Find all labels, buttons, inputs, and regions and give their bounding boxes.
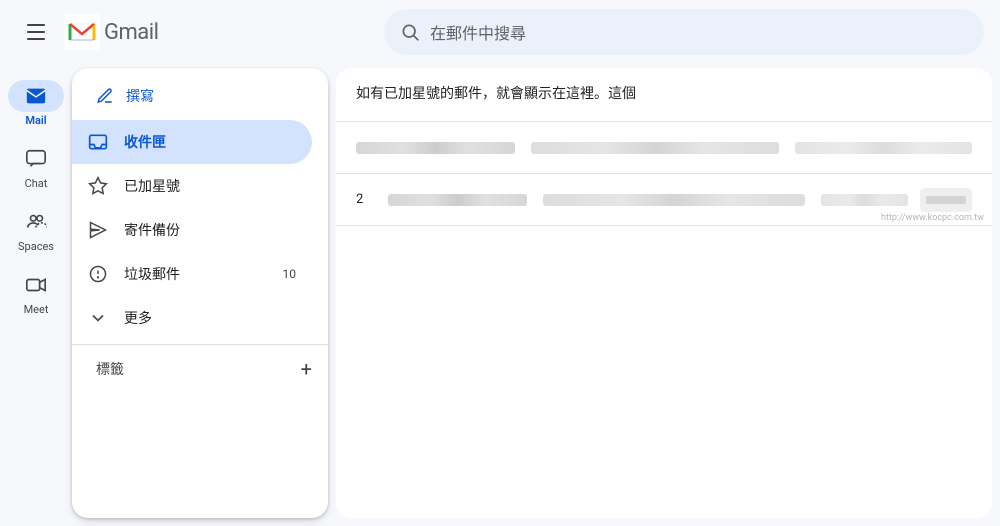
starred-info-row: 如有已加星號的郵件，就會顯示在這裡。這個 bbox=[336, 68, 992, 122]
inbox-icon bbox=[88, 132, 112, 152]
content-area: 如有已加星號的郵件，就會顯示在這裡。這個 2 http://www.ko bbox=[336, 68, 992, 518]
chevron-down-icon bbox=[88, 308, 112, 328]
nav-item-spam[interactable]: 垃圾郵件 10 bbox=[72, 252, 312, 296]
starred-info-text: 如有已加星號的郵件，就會顯示在這裡。這個 bbox=[356, 86, 636, 102]
nav-item-starred[interactable]: 已加星號 bbox=[72, 164, 312, 208]
nav-item-inbox[interactable]: 收件匣 bbox=[72, 120, 312, 164]
star-icon bbox=[88, 176, 112, 196]
nav-sent-label: 寄件備份 bbox=[124, 220, 296, 240]
gmail-logo-icon bbox=[64, 14, 100, 50]
nav-starred-label: 已加星號 bbox=[124, 176, 296, 196]
nav-item-more[interactable]: 更多 bbox=[72, 296, 312, 340]
search-bar[interactable]: 在郵件中搜尋 bbox=[384, 9, 984, 55]
spam-icon bbox=[88, 264, 112, 284]
watermark-text: http://www.kocpc.com.tw bbox=[881, 213, 984, 223]
email-row-number: 2 bbox=[356, 192, 376, 207]
nav-spam-badge: 10 bbox=[283, 267, 297, 281]
compose-label: 撰寫 bbox=[126, 86, 154, 106]
sidebar-item-meet[interactable]: Meet bbox=[0, 261, 72, 324]
header: Gmail 在郵件中搜尋 bbox=[0, 0, 1000, 64]
nav-inbox-label: 收件匣 bbox=[124, 132, 296, 152]
main-area: Mail Chat Spaces bbox=[0, 64, 1000, 526]
nav-more-label: 更多 bbox=[124, 308, 296, 328]
sidebar-item-mail[interactable]: Mail bbox=[0, 72, 72, 135]
email-list-row-1[interactable] bbox=[336, 122, 992, 174]
sidebar-item-chat[interactable]: Chat bbox=[0, 135, 72, 198]
labels-title: 標籤 bbox=[96, 359, 301, 379]
nav-item-sent[interactable]: 寄件備份 bbox=[72, 208, 312, 252]
sidebar-item-spaces-label: Spaces bbox=[18, 240, 54, 253]
search-icon bbox=[400, 22, 420, 42]
sidebar-item-meet-label: Meet bbox=[24, 303, 49, 316]
sidebar-item-mail-label: Mail bbox=[25, 114, 46, 127]
sidebar-icons: Mail Chat Spaces bbox=[0, 64, 72, 526]
send-icon bbox=[88, 220, 112, 240]
search-placeholder: 在郵件中搜尋 bbox=[430, 20, 526, 44]
gmail-logo-text: Gmail bbox=[104, 20, 158, 45]
add-label-button[interactable]: + bbox=[301, 357, 312, 381]
hamburger-button[interactable] bbox=[16, 12, 56, 52]
sidebar-item-spaces[interactable]: Spaces bbox=[0, 198, 72, 261]
nav-spam-label: 垃圾郵件 bbox=[124, 264, 271, 284]
labels-row: 標籤 + bbox=[72, 349, 328, 389]
nav-divider bbox=[72, 344, 328, 345]
sidebar-item-chat-label: Chat bbox=[25, 177, 48, 190]
pencil-icon bbox=[96, 87, 114, 105]
email-list-row-2[interactable]: 2 http://www.kocpc.com.tw bbox=[336, 174, 992, 226]
compose-button[interactable]: 撰寫 bbox=[72, 76, 328, 116]
nav-panel: 撰寫 收件匣 已加星號 bbox=[72, 68, 328, 518]
logo-area: Gmail bbox=[64, 14, 158, 50]
